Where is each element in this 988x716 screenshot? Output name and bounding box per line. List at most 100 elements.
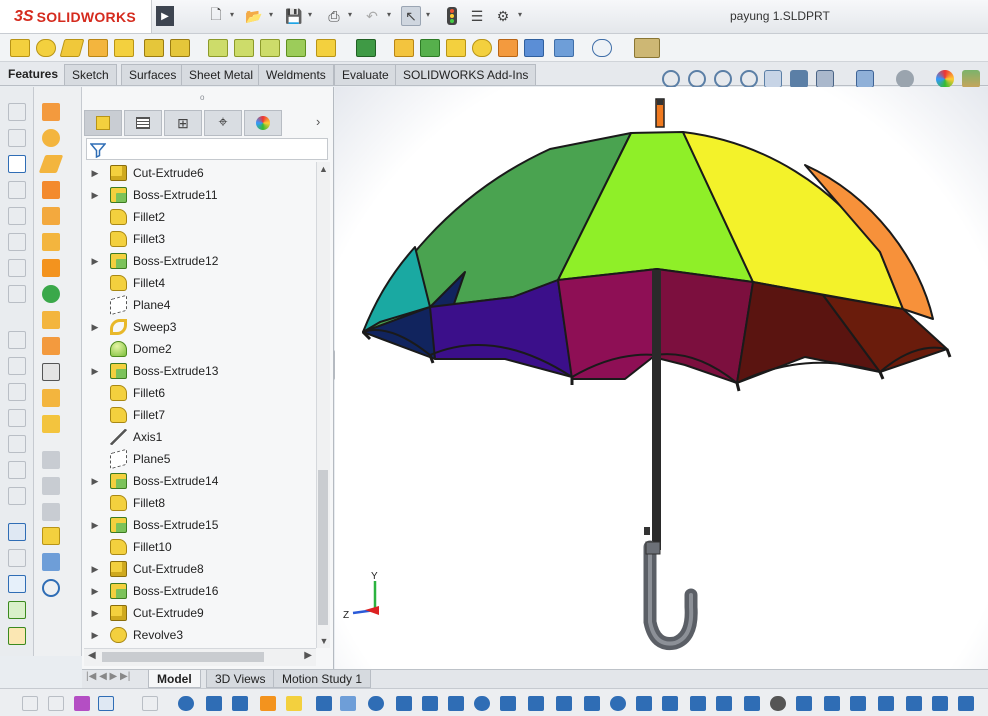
add-relation-icon[interactable] (8, 181, 26, 199)
zoom-to-fit-icon[interactable] (662, 70, 680, 88)
offset-icon[interactable] (500, 696, 516, 711)
line-icon[interactable] (206, 696, 222, 711)
lofted-cut-icon[interactable] (260, 39, 280, 57)
rebuild-traffic-light-icon[interactable] (442, 6, 462, 26)
table-icon[interactable] (584, 696, 600, 711)
tree-item-fillet3[interactable]: Fillet3 (86, 228, 314, 250)
configuration-manager-tab[interactable]: ⊞ (164, 110, 202, 136)
draft-icon[interactable] (420, 39, 440, 57)
tree-item-boss-extrude12[interactable]: ▶ Boss-Extrude12 (86, 250, 314, 272)
expand-arrow-icon[interactable]: ▶ (88, 322, 102, 333)
filter-toolbar-icon[interactable] (22, 696, 38, 711)
expand-arrow-icon[interactable]: ▶ (88, 168, 102, 179)
rectangle-tool-icon[interactable] (8, 357, 26, 375)
tab-features[interactable]: Features (1, 64, 65, 85)
cut-feature-icon[interactable] (42, 233, 60, 251)
delete-face-icon[interactable] (42, 363, 60, 381)
extruded-cut-icon[interactable] (144, 39, 164, 57)
arc-tool-icon[interactable] (8, 435, 26, 453)
revolve-feature-icon[interactable] (42, 129, 60, 147)
corner-icon[interactable] (422, 696, 438, 711)
property-manager-tab[interactable] (124, 110, 162, 136)
centerpoint-icon[interactable] (368, 696, 384, 711)
tree-item-fillet10[interactable]: Fillet10 (86, 536, 314, 558)
fillet-icon[interactable] (316, 39, 336, 57)
tag-icon[interactable] (528, 696, 544, 711)
tab-nav-arrows-icon[interactable]: |◀ ◀ ▶ ▶| (86, 671, 130, 682)
tab-motion-study-1[interactable]: Motion Study 1 (273, 670, 372, 688)
expand-arrow-icon[interactable]: ▶ (88, 630, 102, 641)
open-folder-icon[interactable]: 📂 (244, 6, 264, 26)
tab-solidworks-add-ins[interactable]: SOLIDWORKS Add-Ins (395, 64, 537, 85)
tab-surfaces[interactable]: Surfaces (121, 64, 185, 85)
horizontal-scroll-thumb[interactable] (102, 652, 264, 662)
expand-arrow-icon[interactable]: ▶ (88, 190, 102, 201)
display-bottom-icon[interactable] (770, 696, 786, 711)
mirror-icon[interactable] (524, 39, 544, 57)
revolved-cut-icon[interactable] (208, 39, 228, 57)
tab-evaluate[interactable]: Evaluate (334, 64, 397, 85)
select-pointer-icon[interactable]: ↖ (401, 6, 421, 26)
wrap-icon[interactable] (472, 39, 492, 57)
hide-show-items-icon[interactable] (896, 70, 914, 88)
undo-dropdown-icon[interactable]: ▾ (387, 10, 391, 19)
tree-item-cut-extrude8[interactable]: ▶ Cut-Extrude8 (86, 558, 314, 580)
rib-feature-icon[interactable] (42, 311, 60, 329)
tree-item-fillet4[interactable]: Fillet4 (86, 272, 314, 294)
slot-tool-icon[interactable] (8, 383, 26, 401)
polygon-tool-icon[interactable] (8, 461, 26, 479)
select-dropdown-icon[interactable]: ▾ (426, 10, 430, 19)
display-relations-icon[interactable] (8, 207, 26, 225)
lofted-boss-icon[interactable] (88, 39, 108, 57)
swept-cut-icon[interactable] (234, 39, 254, 57)
new-document-icon[interactable]: 🗋 (206, 6, 226, 26)
centerline-icon[interactable] (824, 696, 840, 711)
dimension-bottom-icon[interactable] (396, 696, 412, 711)
vertical-scroll-thumb[interactable] (318, 470, 328, 625)
zoom-to-area-icon[interactable] (688, 70, 706, 88)
boundary-boss-icon[interactable] (114, 39, 134, 57)
circle-tool-icon[interactable] (8, 409, 26, 427)
expand-arrow-icon[interactable]: ▶ (88, 256, 102, 267)
feature-filter-field[interactable] (86, 138, 328, 160)
hole-wizard-icon[interactable] (170, 39, 190, 57)
shell-icon[interactable] (446, 39, 466, 57)
tree-item-cut-extrude9[interactable]: ▶ Cut-Extrude9 (86, 602, 314, 624)
smart-dimension-icon[interactable] (8, 155, 26, 173)
trim-icon[interactable] (448, 696, 464, 711)
reference-geometry-icon[interactable] (554, 39, 574, 57)
tab-3d-views[interactable]: 3D Views (206, 670, 275, 688)
dynamic-annotation-icon[interactable] (764, 70, 782, 88)
select-icon[interactable] (98, 696, 114, 711)
scroll-up-arrow-icon[interactable]: ▲ (317, 164, 330, 174)
sweep-feature-icon[interactable] (38, 155, 64, 173)
tree-item-boss-extrude15[interactable]: ▶ Boss-Extrude15 (86, 514, 314, 536)
draft-feature-icon[interactable] (42, 415, 60, 433)
scroll-right-arrow-icon[interactable]: ▶ (304, 650, 312, 661)
spline-tool-icon[interactable] (8, 487, 26, 505)
tree-item-fillet8[interactable]: Fillet8 (86, 492, 314, 514)
section-view-zoom-icon[interactable] (740, 70, 758, 88)
boundary-cut-icon[interactable] (286, 39, 306, 57)
save-icon[interactable]: 💾 (284, 6, 304, 26)
options-gear-icon[interactable]: ⚙ (493, 6, 513, 26)
revolved-boss-icon[interactable] (36, 39, 56, 57)
previous-view-icon[interactable] (714, 70, 732, 88)
mirror-bottom-icon[interactable] (340, 696, 356, 711)
tab-model[interactable]: Model (148, 670, 201, 688)
plane-feature-icon[interactable] (42, 553, 60, 571)
tree-item-boss-extrude11[interactable]: ▶ Boss-Extrude11 (86, 184, 314, 206)
flex-icon[interactable] (42, 451, 60, 469)
expand-arrow-icon[interactable]: ▶ (88, 520, 102, 531)
expand-arrow-icon[interactable]: ▶ (88, 586, 102, 597)
apply-scene-icon[interactable] (962, 70, 980, 88)
extrude-feature-icon[interactable] (42, 103, 60, 121)
tab-sheet-metal[interactable]: Sheet Metal (181, 64, 262, 85)
expand-arrow-icon[interactable]: ▶ (88, 564, 102, 575)
point-icon[interactable] (178, 696, 194, 711)
text-a-icon[interactable] (636, 696, 652, 711)
save-dropdown-icon[interactable]: ▾ (308, 10, 312, 19)
hatch-icon[interactable] (850, 696, 866, 711)
block-icon[interactable] (932, 696, 948, 711)
leader-icon[interactable] (906, 696, 922, 711)
